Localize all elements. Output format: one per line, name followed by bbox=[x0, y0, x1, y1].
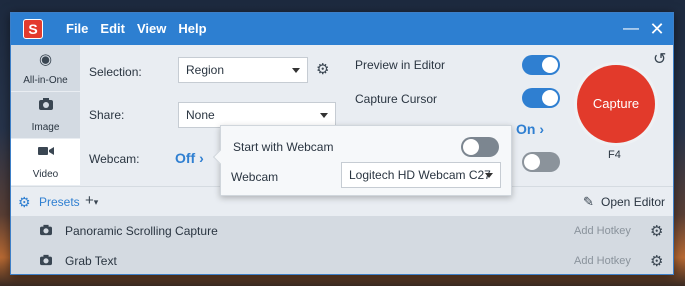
title-bar: S File Edit View Help — ✕ bbox=[11, 13, 673, 45]
toggle-knob bbox=[542, 90, 558, 106]
presets-label[interactable]: Presets bbox=[39, 195, 80, 209]
gear-icon[interactable]: ⚙ bbox=[316, 60, 329, 78]
share-label: Share: bbox=[89, 108, 125, 122]
video-camera-icon bbox=[11, 144, 80, 162]
add-preset-button[interactable]: +▾ bbox=[85, 192, 98, 209]
selection-value: Region bbox=[186, 63, 225, 77]
start-with-webcam-label: Start with Webcam bbox=[233, 140, 334, 154]
capture-cursor-label: Capture Cursor bbox=[355, 92, 438, 106]
start-with-webcam-toggle[interactable] bbox=[461, 137, 499, 157]
preview-in-editor-toggle[interactable] bbox=[522, 55, 560, 75]
toggle-knob bbox=[463, 139, 479, 155]
capture-cursor-toggle[interactable] bbox=[522, 88, 560, 108]
tab-all-in-one[interactable]: ◉ All-in-One bbox=[11, 45, 80, 91]
tab-video[interactable]: Video bbox=[11, 139, 80, 185]
webcam-popup: Start with Webcam Webcam Logitech HD Web… bbox=[212, 125, 512, 196]
selection-dropdown[interactable]: Region bbox=[178, 57, 308, 83]
tab-image[interactable]: Image bbox=[11, 92, 80, 138]
camera-icon bbox=[11, 97, 80, 115]
tab-image-label: Image bbox=[31, 122, 60, 133]
presets-list: Panoramic Scrolling Capture Add Hotkey ⚙… bbox=[11, 216, 673, 274]
camera-icon bbox=[39, 224, 53, 239]
toggle-knob bbox=[542, 57, 558, 73]
capture-button[interactable]: Capture bbox=[577, 65, 655, 143]
webcam-toggle-link[interactable]: Off › bbox=[175, 150, 204, 166]
preset-name: Grab Text bbox=[65, 254, 117, 268]
snagit-capture-window: S File Edit View Help — ✕ ◉ All-in-One I… bbox=[10, 12, 674, 275]
webcam-label: Webcam: bbox=[89, 152, 140, 166]
menu-bar: File Edit View Help bbox=[60, 13, 213, 45]
gear-icon[interactable]: ⚙ bbox=[650, 252, 663, 270]
audio-on-link[interactable]: On › bbox=[516, 121, 544, 137]
snagit-logo-icon: S bbox=[23, 19, 43, 39]
presets-gear-icon[interactable]: ⚙ bbox=[18, 194, 31, 211]
menu-help[interactable]: Help bbox=[172, 13, 212, 45]
toggle-knob bbox=[524, 154, 540, 170]
webcam-device-dropdown[interactable]: Logitech HD Webcam C27 bbox=[341, 162, 501, 188]
camera-icon bbox=[39, 254, 53, 269]
add-hotkey-link[interactable]: Add Hotkey bbox=[574, 225, 631, 237]
close-icon[interactable]: ✕ bbox=[642, 13, 672, 45]
system-audio-toggle[interactable] bbox=[522, 152, 560, 172]
preset-row[interactable]: Panoramic Scrolling Capture Add Hotkey ⚙ bbox=[11, 216, 673, 246]
preset-name: Panoramic Scrolling Capture bbox=[65, 224, 218, 238]
circle-icon: ◉ bbox=[38, 51, 53, 68]
popup-webcam-label: Webcam bbox=[231, 170, 279, 184]
webcam-value: Off bbox=[175, 150, 196, 166]
tab-all-in-one-label: All-in-One bbox=[23, 75, 68, 86]
open-editor-button[interactable]: Open Editor bbox=[601, 195, 665, 209]
chevron-down-icon bbox=[320, 113, 328, 118]
menu-file[interactable]: File bbox=[60, 13, 94, 45]
menu-edit[interactable]: Edit bbox=[94, 13, 131, 45]
chevron-down-icon bbox=[485, 173, 493, 178]
chevron-down-icon bbox=[292, 68, 300, 73]
preset-row[interactable]: Grab Text Add Hotkey ⚙ bbox=[11, 246, 673, 274]
reset-icon[interactable]: ↺ bbox=[653, 49, 666, 69]
share-value: None bbox=[186, 108, 215, 122]
menu-view[interactable]: View bbox=[131, 13, 172, 45]
gear-icon[interactable]: ⚙ bbox=[650, 222, 663, 240]
capture-mode-tabs: ◉ All-in-One Image Video bbox=[11, 45, 80, 185]
selection-label: Selection: bbox=[89, 65, 142, 79]
preview-in-editor-label: Preview in Editor bbox=[355, 58, 446, 72]
add-hotkey-link[interactable]: Add Hotkey bbox=[574, 255, 631, 267]
capture-hotkey: F4 bbox=[608, 149, 621, 161]
edit-icon: ✎ bbox=[583, 194, 594, 209]
tab-video-label: Video bbox=[32, 169, 59, 180]
webcam-device-value: Logitech HD Webcam C27 bbox=[349, 168, 491, 182]
add-preset-symbol: + bbox=[85, 192, 94, 209]
chevron-down-icon: ▾ bbox=[93, 197, 99, 207]
audio-on-value: On bbox=[516, 121, 536, 137]
